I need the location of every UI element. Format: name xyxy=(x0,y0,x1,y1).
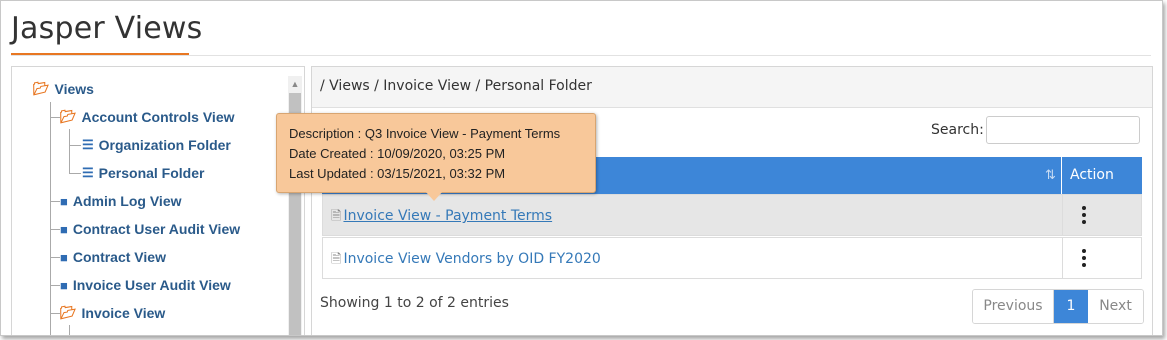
tree-connector xyxy=(69,145,81,146)
tree-connector xyxy=(50,257,60,258)
tree-connector xyxy=(69,325,70,335)
tree-item-label: Invoice User Audit View xyxy=(72,277,231,293)
tree-item-label: Personal Folder xyxy=(98,165,205,181)
action-cell xyxy=(1062,195,1144,235)
next-page-button[interactable]: Next xyxy=(1088,290,1143,323)
breadcrumb: / Views / Invoice View / Personal Folder xyxy=(320,78,592,94)
folder-open-icon: 📂︎ xyxy=(33,81,50,96)
tree-item-views[interactable]: 📂︎ Views xyxy=(33,81,94,97)
more-options-icon[interactable] xyxy=(1082,206,1086,227)
report-details-tooltip: Description : Q3 Invoice View - Payment … xyxy=(276,113,596,193)
table-row: 🗎︎ Invoice View Vendors by OID FY2020 xyxy=(322,237,1142,279)
tooltip-date-created: Date Created : 10/09/2020, 03:25 PM xyxy=(289,146,506,161)
folder-icon: ■ xyxy=(60,249,68,265)
action-column-header: Action xyxy=(1061,157,1142,194)
table-row: 🗎︎ Invoice View - Payment Terms xyxy=(322,194,1142,236)
tree-item-organization-folder[interactable]: ☰ Organization Folder xyxy=(82,137,231,153)
tooltip-last-updated: Last Updated : 03/15/2021, 03:32 PM xyxy=(289,166,506,181)
tree-connector xyxy=(50,117,60,118)
folder-icon: ■ xyxy=(60,193,68,209)
tree-connector xyxy=(69,173,81,174)
more-options-icon[interactable] xyxy=(1082,249,1086,270)
tree-item-personal-folder[interactable]: ☰ Personal Folder xyxy=(82,165,204,181)
folder-open-icon: 📂︎ xyxy=(60,305,77,320)
sort-icon[interactable]: ⇅ xyxy=(1045,167,1056,183)
tooltip-description: Description : Q3 Invoice View - Payment … xyxy=(289,126,561,141)
tree-item-label: Contract User Audit View xyxy=(72,221,241,237)
folder-icon: ■ xyxy=(60,277,68,293)
tree-item-label: Admin Log View xyxy=(72,193,182,209)
page-title: Jasper Views xyxy=(11,11,203,46)
pagination: Previous 1 Next xyxy=(972,289,1144,324)
tree-connector xyxy=(50,102,51,335)
database-icon: ☰ xyxy=(82,165,94,180)
search-input[interactable] xyxy=(986,116,1140,144)
tree-item-contract-user-audit-view[interactable]: ■ Contract User Audit View xyxy=(60,221,240,237)
tree-connector xyxy=(50,229,60,230)
tree-item-label: Views xyxy=(54,81,94,97)
report-name: Invoice View - Payment Terms xyxy=(343,208,553,224)
tree-item-label: Organization Folder xyxy=(98,137,231,153)
tree-item-label: Account Controls View xyxy=(81,109,235,125)
folder-tree-panel: 📂︎ Views 📂︎ Account Controls View ☰ Orga… xyxy=(11,66,305,335)
table-info: Showing 1 to 2 of 2 entries xyxy=(320,295,509,311)
tree-item-contract-view[interactable]: ■ Contract View xyxy=(60,249,166,265)
document-icon: 🗎︎ xyxy=(331,209,342,224)
action-cell xyxy=(1062,238,1144,278)
tree-item-label: Contract View xyxy=(72,249,166,265)
folder-open-icon: 📂︎ xyxy=(60,109,77,124)
tooltip-arrow xyxy=(425,191,443,201)
report-link[interactable]: 🗎︎ Invoice View Vendors by OID FY2020 xyxy=(331,250,601,272)
tree-connector xyxy=(50,201,60,202)
tree-item-admin-log-view[interactable]: ■ Admin Log View xyxy=(60,193,182,209)
folder-icon: ■ xyxy=(60,221,68,237)
title-divider xyxy=(11,55,1151,56)
report-name: Invoice View Vendors by OID FY2020 xyxy=(343,251,601,267)
tree-item-invoice-view[interactable]: 📂︎ Invoice View xyxy=(60,305,165,321)
tree-item-invoice-user-audit-view[interactable]: ■ Invoice User Audit View xyxy=(60,277,231,293)
content-panel: / Views / Invoice View / Personal Folder… xyxy=(311,66,1153,335)
tree-item-label: Invoice View xyxy=(81,305,166,321)
tree-item-account-controls-view[interactable]: 📂︎ Account Controls View xyxy=(60,109,235,125)
page-1-button[interactable]: 1 xyxy=(1054,290,1088,323)
tree-connector xyxy=(50,285,60,286)
app-window: Jasper Views 📂︎ Views 📂︎ Account Control… xyxy=(0,0,1163,336)
breadcrumb-bar: / Views / Invoice View / Personal Folder xyxy=(312,67,1152,108)
tree-connector xyxy=(69,129,70,173)
search-label: Search: xyxy=(931,122,984,138)
database-icon: ☰ xyxy=(82,137,94,152)
document-icon: 🗎︎ xyxy=(331,252,342,267)
tree-connector xyxy=(50,313,60,314)
report-link[interactable]: 🗎︎ Invoice View - Payment Terms xyxy=(331,207,552,229)
previous-page-button[interactable]: Previous xyxy=(973,290,1054,323)
scroll-up-arrow-icon[interactable]: ▲ xyxy=(288,76,302,92)
